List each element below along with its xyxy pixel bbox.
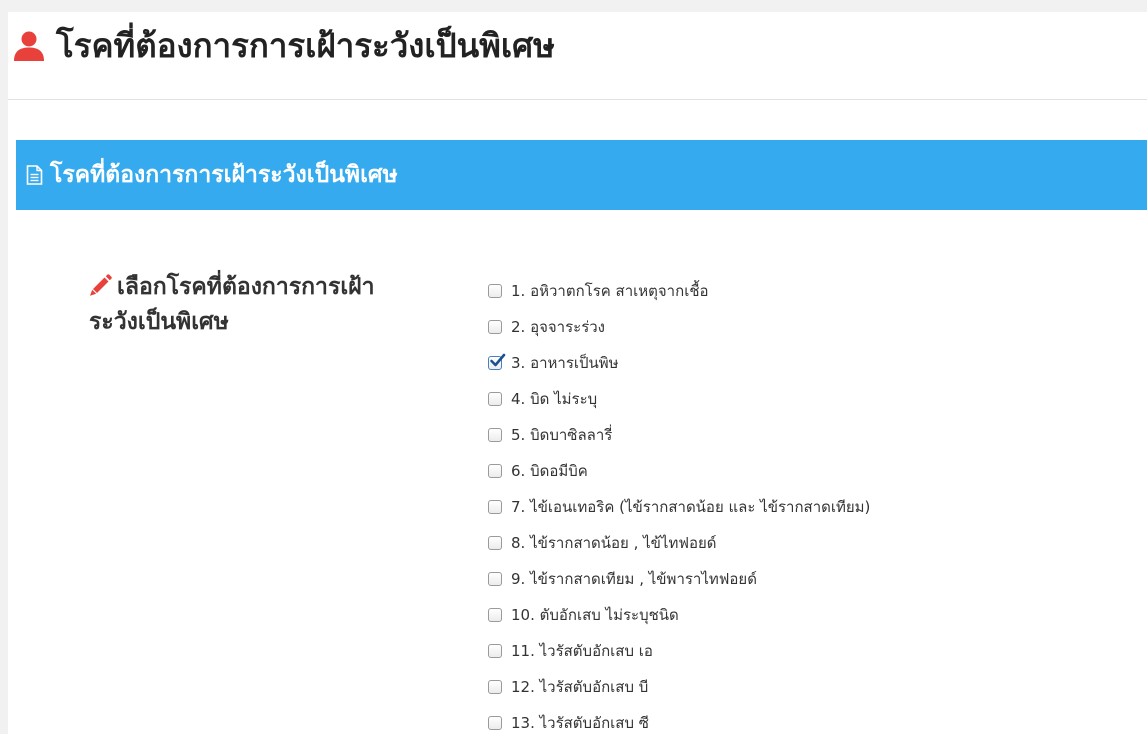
disease-option[interactable]: 1. อหิวาตกโรค สาเหตุจากเชื้อ [488, 273, 870, 309]
disease-option[interactable]: 11. ไวรัสตับอักเสบ เอ [488, 633, 870, 669]
disease-option[interactable]: 8. ไข้รากสาดน้อย , ไข้ไทฟอยด์ [488, 525, 870, 561]
disease-option-label: 10. ตับอักเสบ ไม่ระบุชนิด [511, 606, 679, 624]
page-title-text: โรคที่ต้องการการเฝ้าระวังเป็นพิเศษ [56, 26, 555, 65]
disease-option-label: 1. อหิวาตกโรค สาเหตุจากเชื้อ [511, 282, 709, 300]
disease-option-label: 12. ไวรัสตับอักเสบ บี [511, 678, 649, 696]
panel: โรคที่ต้องการการเฝ้าระวังเป็นพิเศษ เลือก… [16, 140, 1147, 734]
disease-option-label: 2. อุจจาระร่วง [511, 318, 606, 336]
checkmark-icon [490, 353, 506, 367]
page: โรคที่ต้องการการเฝ้าระวังเป็นพิเศษ โรคที… [0, 0, 1147, 734]
checkbox[interactable] [488, 608, 502, 622]
page-header: โรคที่ต้องการการเฝ้าระวังเป็นพิเศษ [8, 12, 1147, 100]
disease-option-label: 5. บิดบาซิลลารี่ [511, 426, 613, 444]
disease-field-label-text: เลือกโรคที่ต้องการการเฝ้าระวังเป็นพิเศษ [89, 274, 375, 335]
checkbox[interactable] [488, 284, 502, 298]
pencil-icon [90, 274, 112, 296]
document-icon [26, 165, 43, 185]
panel-heading-text: โรคที่ต้องการการเฝ้าระวังเป็นพิเศษ [50, 162, 398, 188]
disease-option-label: 9. ไข้รากสาดเทียม , ไข้พาราไทฟอยด์ [511, 570, 757, 588]
panel-heading: โรคที่ต้องการการเฝ้าระวังเป็นพิเศษ [16, 140, 1147, 210]
disease-option-label: 11. ไวรัสตับอักเสบ เอ [511, 642, 653, 660]
checkbox-checked[interactable] [488, 353, 506, 370]
checkbox[interactable] [488, 716, 502, 730]
disease-option-label: 7. ไข้เอนเทอริค (ไข้รากสาดน้อย และ ไข้รา… [511, 498, 871, 516]
user-icon [14, 31, 44, 61]
disease-option-label: 4. บิด ไม่ระบุ [511, 390, 598, 408]
disease-option[interactable]: 2. อุจจาระร่วง [488, 309, 870, 345]
disease-option[interactable]: 9. ไข้รากสาดเทียม , ไข้พาราไทฟอยด์ [488, 561, 870, 597]
disease-option[interactable]: 6. บิดอมีบิค [488, 453, 870, 489]
checkbox[interactable] [488, 680, 502, 694]
disease-option-label: 13. ไวรัสตับอักเสบ ซี [511, 714, 649, 732]
checkbox[interactable] [488, 500, 502, 514]
disease-option[interactable]: 4. บิด ไม่ระบุ [488, 381, 870, 417]
disease-option-label: 6. บิดอมีบิค [511, 462, 588, 480]
disease-option[interactable]: 5. บิดบาซิลลารี่ [488, 417, 870, 453]
checkbox[interactable] [488, 536, 502, 550]
disease-option-label: 8. ไข้รากสาดน้อย , ไข้ไทฟอยด์ [511, 534, 717, 552]
checkbox[interactable] [488, 428, 502, 442]
disease-option[interactable]: 10. ตับอักเสบ ไม่ระบุชนิด [488, 597, 870, 633]
checkbox[interactable] [488, 644, 502, 658]
checkbox[interactable] [488, 392, 502, 406]
page-title: โรคที่ต้องการการเฝ้าระวังเป็นพิเศษ [12, 26, 555, 66]
disease-option[interactable]: 3. อาหารเป็นพิษ [488, 345, 870, 381]
checkbox[interactable] [488, 320, 502, 334]
disease-option[interactable]: 12. ไวรัสตับอักเสบ บี [488, 669, 870, 705]
checkbox[interactable] [488, 464, 502, 478]
disease-option[interactable]: 7. ไข้เอนเทอริค (ไข้รากสาดน้อย และ ไข้รา… [488, 489, 870, 525]
disease-option[interactable]: 13. ไวรัสตับอักเสบ ซี [488, 705, 870, 734]
disease-option-label: 3. อาหารเป็นพิษ [511, 354, 619, 372]
disease-option-list: 1. อหิวาตกโรค สาเหตุจากเชื้อ 2. อุจจาระร่… [488, 273, 870, 734]
disease-field-label: เลือกโรคที่ต้องการการเฝ้าระวังเป็นพิเศษ [89, 270, 409, 340]
checkbox[interactable] [488, 572, 502, 586]
content-area: โรคที่ต้องการการเฝ้าระวังเป็นพิเศษ เลือก… [8, 100, 1147, 734]
